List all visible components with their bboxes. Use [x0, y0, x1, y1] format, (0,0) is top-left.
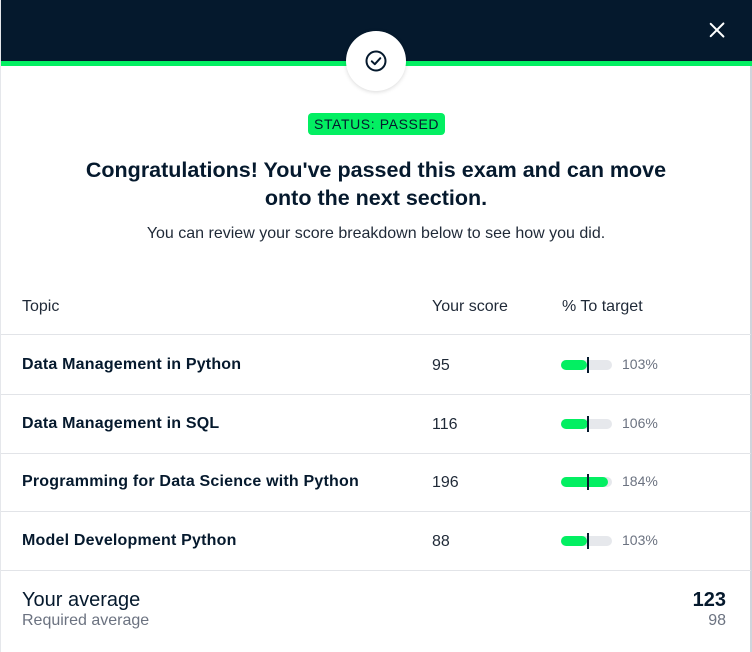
row-percent: 103%: [622, 356, 658, 372]
row-percent: 103%: [622, 532, 658, 548]
result-subtitle: You can review your score breakdown belo…: [146, 225, 606, 242]
header-your-score: Your score: [432, 298, 508, 315]
table-row: Programming for Data Science with Python…: [1, 453, 751, 512]
target-marker: [587, 474, 589, 490]
target-marker: [587, 357, 589, 373]
score-table-header: Topic Your score % To target: [1, 288, 751, 335]
target-progress-bar: [561, 357, 612, 373]
row-score: 116: [432, 416, 458, 433]
target-marker: [587, 416, 589, 432]
your-average-value: 123: [692, 589, 726, 611]
row-topic: Data Management in SQL: [22, 415, 220, 432]
target-marker: [587, 533, 589, 549]
headline-line-1: Congratulations! You've passed this exam…: [85, 158, 667, 182]
status-badge-circle: [346, 31, 406, 91]
check-circle-icon: [365, 50, 387, 72]
header-percent-to-target: % To target: [562, 298, 643, 315]
row-score: 196: [432, 474, 459, 491]
header-topic: Topic: [22, 298, 60, 315]
progress-fill: [561, 536, 587, 546]
progress-fill: [561, 360, 587, 370]
row-topic: Programming for Data Science with Python: [22, 473, 359, 490]
row-score: 88: [432, 533, 450, 550]
table-row: Data Management in Python 95 103%: [1, 336, 751, 395]
result-headline: Congratulations! You've passed this exam…: [41, 156, 711, 212]
row-percent: 106%: [622, 415, 658, 431]
exam-result-modal: STATUS: PASSED Congratulations! You've p…: [0, 0, 752, 652]
your-average-label: Your average: [22, 589, 141, 611]
table-row: Model Development Python 88 103%: [1, 512, 751, 571]
required-average-label: Required average: [22, 612, 150, 629]
row-topic: Model Development Python: [22, 532, 237, 549]
progress-fill: [561, 477, 608, 487]
table-row: Data Management in SQL 116 106%: [1, 395, 751, 454]
status-badge: STATUS: PASSED: [308, 113, 446, 135]
target-progress-bar: [561, 416, 612, 432]
close-icon[interactable]: [706, 19, 728, 41]
progress-fill: [561, 419, 588, 429]
row-topic: Data Management in Python: [22, 356, 242, 373]
target-progress-bar: [561, 533, 612, 549]
row-score: 95: [432, 357, 450, 374]
row-percent: 184%: [622, 473, 658, 489]
target-progress-bar: [561, 474, 612, 490]
headline-line-2: onto the next section.: [264, 186, 488, 210]
required-average-value: 98: [708, 612, 726, 629]
